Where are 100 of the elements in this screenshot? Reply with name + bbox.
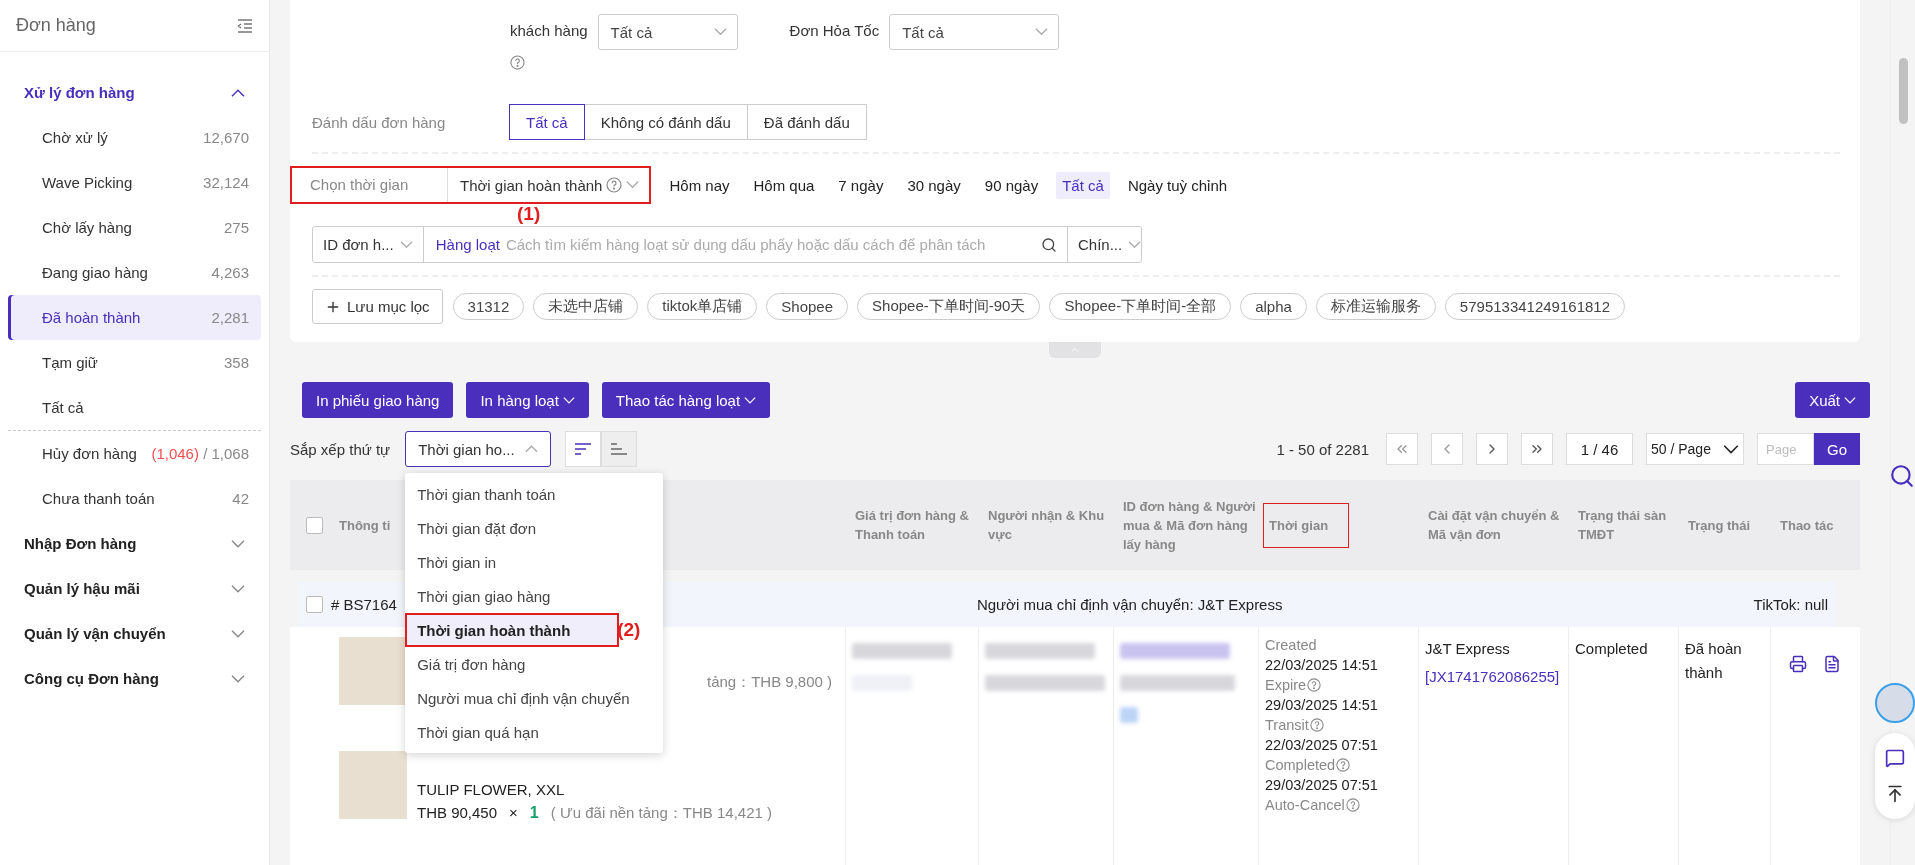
menu-item[interactable]: Giá trị đơn hàng: [405, 647, 664, 681]
date-preset[interactable]: 90 ngày: [978, 171, 1045, 199]
product-price: THB 90,450: [417, 804, 498, 821]
last-page-button[interactable]: [1521, 433, 1553, 465]
column-header: ID đơn hàng & Người mua & Mã đơn hàng lấy hàng: [1122, 497, 1257, 554]
chevron-up-icon: [525, 445, 539, 453]
mark-option[interactable]: Không có đánh dấu: [583, 104, 748, 140]
time-label: Auto-Cancel: [1265, 797, 1412, 813]
date-preset[interactable]: Tất cả: [1056, 171, 1110, 199]
save-filter-button[interactable]: Lưu mục lọc: [312, 289, 443, 324]
page-range: 1 - 50 of 2281: [1276, 440, 1369, 458]
go-button[interactable]: Go: [1814, 433, 1860, 465]
order-id: # BS7164: [331, 596, 397, 613]
sidebar-item[interactable]: Chưa thanh toán 42: [8, 476, 261, 521]
chevron-up-icon: [231, 88, 245, 97]
action-button[interactable]: In hàng loạt: [466, 382, 589, 418]
date-preset[interactable]: 30 ngày: [901, 171, 967, 199]
document-icon[interactable]: [1823, 655, 1841, 673]
back-to-top-icon[interactable]: [1885, 783, 1905, 804]
menu-item[interactable]: Thời gian đặt đơn: [405, 511, 664, 545]
column-header: Trạng thái sàn TMĐT: [1577, 507, 1668, 544]
printer-icon[interactable]: [1789, 655, 1807, 673]
chevron-down-icon: [1128, 240, 1142, 249]
multiply-sign: ×: [509, 804, 518, 821]
sidebar-item[interactable]: Tất cả: [8, 385, 261, 430]
help-icon: [1307, 678, 1322, 692]
chevron-down-icon: [231, 539, 245, 548]
sidebar-group[interactable]: Xử lý đơn hàng: [8, 70, 261, 115]
action-button[interactable]: Thao tác hàng loạt: [601, 382, 771, 418]
checkbox[interactable]: [306, 596, 323, 613]
filter-label: khách hàng: [510, 22, 588, 39]
match-select[interactable]: Chín...: [1067, 227, 1141, 262]
menu-item[interactable]: Thời gian hoàn thành: [405, 613, 620, 647]
next-page-button[interactable]: [1476, 433, 1508, 465]
filter-label: Đánh dấu đơn hàng: [312, 113, 447, 131]
sidebar-item[interactable]: Wave Picking 32,124: [8, 160, 261, 205]
time-label: Created: [1265, 637, 1318, 653]
sort-ascending-button[interactable]: [601, 431, 638, 467]
menu-item[interactable]: Thời gian giao hàng: [405, 579, 664, 613]
sidebar-item[interactable]: Đang giao hàng 4,263: [8, 250, 261, 295]
column-header: Thao tác: [1779, 516, 1834, 535]
sort-lines-icon: [574, 442, 593, 456]
customer-level-select[interactable]: Tất cả: [597, 14, 738, 50]
first-page-button[interactable]: [1386, 433, 1418, 465]
filter-label: Chọn thời gian: [292, 168, 448, 202]
sort-label: Sắp xếp thứ tự: [290, 440, 391, 458]
time-label: Completed: [1265, 757, 1412, 773]
menu-item[interactable]: Thời gian thanh toán: [405, 477, 664, 511]
sidebar-item[interactable]: Tạm giữ 358: [8, 340, 261, 385]
sort-select[interactable]: Thời gian ho...: [405, 431, 552, 467]
sidebar-group[interactable]: Quản lý vận chuyển: [8, 611, 261, 656]
sidebar-item[interactable]: Hủy đơn hàng (1,046) / 1,068: [8, 431, 261, 476]
mark-option[interactable]: Tất cả: [509, 104, 585, 140]
quantity: 1: [529, 804, 539, 822]
sort-descending-button[interactable]: [565, 431, 602, 467]
column-header: Thời gian: [1263, 502, 1350, 548]
search-icon[interactable]: [1889, 463, 1915, 489]
tracking-link[interactable]: [JX1741762086255]: [1425, 665, 1562, 689]
chevron-down-icon: [1035, 28, 1049, 36]
sidebar-item[interactable]: Chờ xử lý 12,670: [8, 115, 261, 160]
menu-item[interactable]: Thời gian quá hạn: [405, 715, 664, 749]
time-value: 29/03/2025 14:51: [1265, 697, 1379, 713]
menu-item[interactable]: Người mua chỉ định vận chuyển: [405, 681, 664, 715]
help-icon: [1309, 718, 1324, 732]
mark-option[interactable]: Đã đánh dấu: [746, 104, 867, 140]
chevron-down-icon: [744, 396, 757, 404]
page-size-select[interactable]: 50 / Page: [1646, 433, 1744, 465]
date-preset[interactable]: 7 ngày: [832, 171, 890, 199]
collapse-menu-icon[interactable]: [237, 18, 253, 33]
chevron-down-icon: [562, 396, 575, 404]
sidebar-item[interactable]: Chờ lấy hàng 275: [8, 205, 261, 250]
product-name: TULIP FLOWER, XXL: [417, 781, 566, 798]
checkbox[interactable]: [306, 516, 323, 534]
date-preset[interactable]: Hôm qua: [747, 171, 821, 199]
sidebar-item[interactable]: Đã hoàn thành 2,281: [8, 295, 261, 340]
help-icon: [1336, 758, 1351, 772]
time-type-select[interactable]: Thời gian hoàn thành: [448, 176, 650, 194]
search-icon[interactable]: [1041, 236, 1057, 253]
search-mode-label: Hàng loạt: [422, 227, 500, 262]
chat-icon[interactable]: [1885, 748, 1905, 769]
shipping-note: Người mua chỉ định vận chuyển: J&T Express: [976, 596, 1283, 613]
date-preset[interactable]: Hôm nay: [663, 171, 736, 199]
menu-item[interactable]: Thời gian in: [405, 545, 664, 579]
sidebar-group[interactable]: Nhập Đơn hàng: [8, 521, 261, 566]
export-button[interactable]: Xuất: [1795, 382, 1870, 418]
avatar[interactable]: [1875, 683, 1915, 723]
column-header: Giá trị đơn hàng & Thanh toán: [854, 507, 970, 544]
sidebar-title: Đơn hàng: [16, 15, 96, 36]
date-preset[interactable]: Ngày tuỳ chỉnh: [1121, 171, 1234, 199]
discount-text: ( Ưu đãi nền tảng：THB 14,421 ): [550, 804, 772, 823]
action-button[interactable]: In phiếu giao hàng: [302, 382, 454, 418]
column-header: Trạng thái: [1687, 516, 1751, 535]
sidebar-group[interactable]: Quản lý hậu mãi: [8, 566, 261, 611]
scroll-thumb[interactable]: [1898, 58, 1908, 124]
sidebar-group[interactable]: Công cụ Đơn hàng: [8, 656, 261, 701]
express-select[interactable]: Tất cả: [889, 14, 1060, 50]
page-input[interactable]: Page: [1757, 433, 1814, 465]
search-field-select[interactable]: ID đơn h...: [313, 227, 423, 262]
filter-label: Đơn Hỏa Tốc: [789, 22, 880, 39]
discount-text: tảng：THB 9,800 ): [707, 673, 833, 692]
